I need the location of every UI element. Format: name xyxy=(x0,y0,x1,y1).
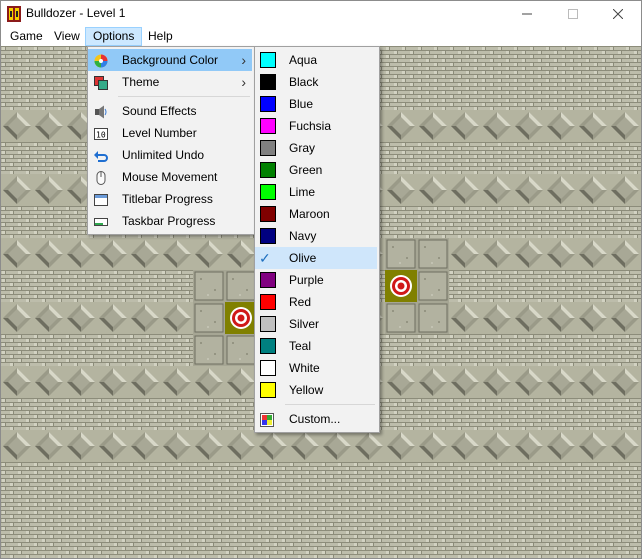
options-item-label: Mouse Movement xyxy=(122,170,218,184)
color-item-white[interactable]: White xyxy=(255,357,377,379)
titlebar-icon xyxy=(94,192,108,206)
options-item-label: Sound Effects xyxy=(122,104,197,118)
maximize-icon xyxy=(568,9,578,19)
color-swatch xyxy=(260,272,276,288)
color-item-label: Purple xyxy=(289,273,324,287)
custom-color-icon xyxy=(260,412,274,427)
color-swatch xyxy=(260,228,276,244)
color-swatch xyxy=(260,184,276,200)
options-item-level-number[interactable]: 10 Level Number xyxy=(88,122,252,144)
target-icon xyxy=(230,307,252,329)
options-item-unlimited-undo[interactable]: Unlimited Undo xyxy=(88,144,252,166)
color-item-aqua[interactable]: Aqua xyxy=(255,49,377,71)
color-item-yellow[interactable]: Yellow xyxy=(255,379,377,401)
color-item-purple[interactable]: Purple xyxy=(255,269,377,291)
chevron-right-icon: › xyxy=(241,74,246,90)
menu-view[interactable]: View xyxy=(47,27,87,46)
options-item-taskbar-progress[interactable]: Taskbar Progress xyxy=(88,210,252,232)
color-swatch xyxy=(260,206,276,222)
background-color-submenu: Aqua Black Blue Fuchsia Gray Green Lime Maroon N… xyxy=(254,46,380,433)
menubar: Game View Options Help xyxy=(1,27,641,46)
svg-text:10: 10 xyxy=(96,131,106,140)
color-swatch xyxy=(260,316,276,332)
options-menu: Background Color › Theme › Sound Effects 10 Le… xyxy=(87,46,255,235)
palette-icon xyxy=(94,53,108,68)
color-item-fuchsia[interactable]: Fuchsia xyxy=(255,115,377,137)
color-item-label: Fuchsia xyxy=(289,119,332,133)
options-item-label: Titlebar Progress xyxy=(122,192,213,206)
color-item-label: Maroon xyxy=(289,207,330,221)
close-icon xyxy=(612,8,624,20)
window-title: Bulldozer - Level 1 xyxy=(26,6,126,20)
menu-options[interactable]: Options xyxy=(85,27,143,46)
options-item-label: Taskbar Progress xyxy=(122,214,216,228)
color-swatch xyxy=(260,338,276,354)
menu-separator xyxy=(285,404,375,405)
speaker-icon xyxy=(94,104,108,119)
color-item-label: Red xyxy=(289,295,312,309)
menu-help[interactable]: Help xyxy=(141,27,180,46)
options-item-label: Background Color xyxy=(122,53,219,67)
color-item-silver[interactable]: Silver xyxy=(255,313,377,335)
undo-icon xyxy=(94,148,108,162)
color-swatch xyxy=(260,140,276,156)
color-item-green[interactable]: Green xyxy=(255,159,377,181)
color-swatch xyxy=(260,74,276,90)
color-item-blue[interactable]: Blue xyxy=(255,93,377,115)
color-item-navy[interactable]: Navy xyxy=(255,225,377,247)
color-item-label: White xyxy=(289,361,320,375)
custom-color-label: Custom... xyxy=(289,412,341,426)
color-item-label: Gray xyxy=(289,141,316,155)
color-item-label: Silver xyxy=(289,317,320,331)
color-swatch xyxy=(260,360,276,376)
options-item-titlebar-progress[interactable]: Titlebar Progress xyxy=(88,188,252,210)
color-item-label: Lime xyxy=(289,185,316,199)
minimize-button[interactable] xyxy=(504,1,550,27)
color-item-label: Aqua xyxy=(289,53,318,67)
color-item-label: Yellow xyxy=(289,383,324,397)
checkmark-icon: ✓ xyxy=(259,250,271,266)
color-swatch xyxy=(260,118,276,134)
options-item-sound-effects[interactable]: Sound Effects xyxy=(88,100,252,122)
color-item-red[interactable]: Red xyxy=(255,291,377,313)
options-item-theme[interactable]: Theme › xyxy=(88,71,252,93)
number-icon: 10 xyxy=(94,126,108,140)
color-item-black[interactable]: Black xyxy=(255,71,377,93)
options-item-mouse-movement[interactable]: Mouse Movement xyxy=(88,166,252,188)
color-item-teal[interactable]: Teal xyxy=(255,335,377,357)
maximize-button[interactable] xyxy=(550,1,596,27)
color-swatch xyxy=(260,96,276,112)
theme-icon xyxy=(94,75,108,90)
color-item-label: Olive xyxy=(289,251,317,265)
color-item-label: Blue xyxy=(289,97,314,111)
color-item-maroon[interactable]: Maroon xyxy=(255,203,377,225)
bulldozer-app-icon xyxy=(7,6,21,22)
color-item-custom[interactable]: Custom... xyxy=(255,408,377,430)
color-item-label: Teal xyxy=(289,339,312,353)
options-item-label: Unlimited Undo xyxy=(122,148,205,162)
options-item-label: Theme xyxy=(122,75,160,89)
chevron-right-icon: › xyxy=(241,52,246,68)
color-item-olive[interactable]: ✓ Olive xyxy=(255,247,377,269)
titlebar[interactable]: Bulldozer - Level 1 xyxy=(1,1,641,27)
color-item-label: Green xyxy=(289,163,323,177)
color-swatch xyxy=(260,382,276,398)
color-swatch xyxy=(260,294,276,310)
color-swatch xyxy=(260,52,276,68)
minimize-icon xyxy=(522,13,532,15)
menu-game[interactable]: Game xyxy=(3,27,50,46)
color-item-lime[interactable]: Lime xyxy=(255,181,377,203)
color-item-label: Black xyxy=(289,75,319,89)
color-swatch xyxy=(260,162,276,178)
color-item-label: Navy xyxy=(289,229,317,243)
options-item-label: Level Number xyxy=(122,126,197,140)
app-window: Bulldozer - Level 1 Game View Options He… xyxy=(0,0,642,559)
mouse-icon xyxy=(94,170,108,185)
color-item-gray[interactable]: Gray xyxy=(255,137,377,159)
menu-separator xyxy=(118,96,250,97)
options-item-background-color[interactable]: Background Color › xyxy=(88,49,252,71)
taskbar-icon xyxy=(94,214,108,228)
close-button[interactable] xyxy=(595,1,641,27)
target-icon xyxy=(390,275,412,297)
